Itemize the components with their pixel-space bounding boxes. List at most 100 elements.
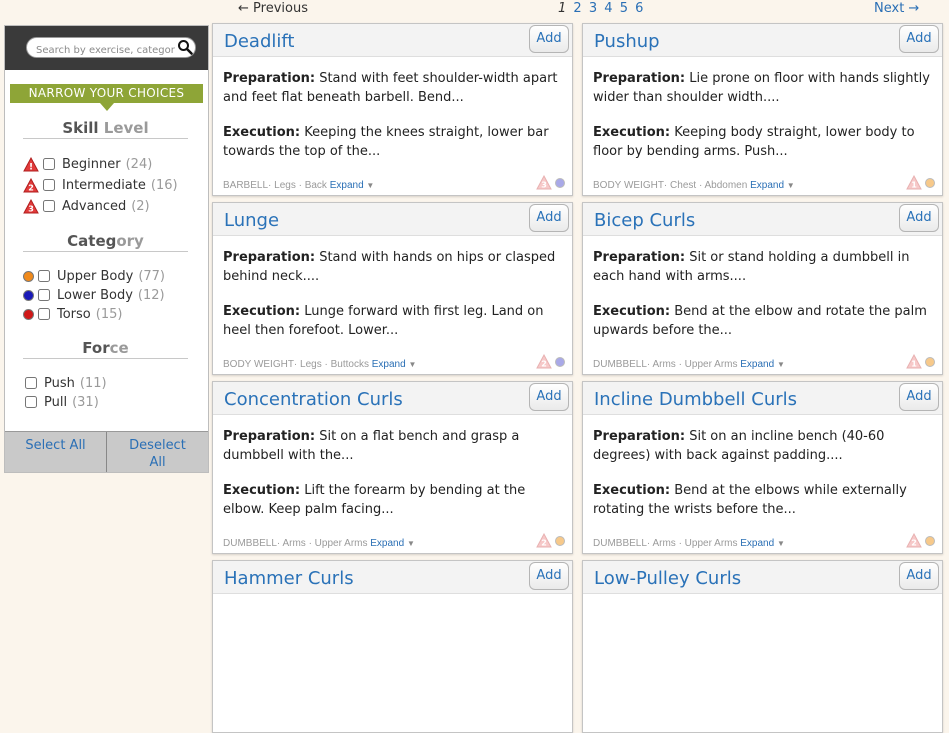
add-button[interactable]: Add — [529, 383, 569, 411]
expand-link[interactable]: Expand — [372, 359, 406, 370]
exercise-card: Concentration Curls Add Preparation: Sit… — [212, 381, 573, 554]
add-button[interactable]: Add — [899, 562, 939, 590]
preparation-text: Preparation: Sit on an incline bench (40… — [593, 427, 932, 465]
svg-text:1: 1 — [911, 360, 917, 369]
card-icons: 1 — [906, 175, 935, 190]
chevron-down-icon[interactable]: ▼ — [408, 360, 416, 369]
add-button[interactable]: Add — [899, 204, 939, 232]
exercise-title[interactable]: Hammer Curls — [224, 568, 354, 589]
exercise-title[interactable]: Lunge — [224, 210, 279, 231]
warning-level-3-icon: 3 — [23, 198, 39, 213]
add-button[interactable]: Add — [899, 383, 939, 411]
chevron-down-icon[interactable]: ▼ — [366, 181, 374, 190]
card-body: Preparation: Stand with feet shoulder-wi… — [213, 57, 572, 161]
exercise-title[interactable]: Low-Pulley Curls — [594, 568, 741, 589]
add-button[interactable]: Add — [529, 562, 569, 590]
execution-text: Execution: Lunge forward with first leg.… — [223, 302, 562, 340]
page-link-3[interactable]: 3 — [589, 1, 598, 16]
card-header: Concentration Curls Add — [213, 382, 572, 415]
torso-color-dot — [23, 308, 34, 320]
exercise-title[interactable]: Incline Dumbbell Curls — [594, 389, 797, 410]
force-push-row[interactable]: Push (11) — [21, 373, 107, 393]
warning-level-icon: 2 — [536, 533, 552, 548]
upper-body-color-dot — [23, 270, 34, 282]
previous-page-link[interactable]: ← Previous — [238, 1, 308, 16]
preparation-text: Preparation: Sit or stand holding a dumb… — [593, 248, 932, 286]
chevron-down-icon[interactable]: ▼ — [787, 181, 795, 190]
pull-count: (31) — [72, 394, 99, 410]
chevron-down-icon[interactable]: ▼ — [407, 539, 415, 548]
add-button[interactable]: Add — [529, 25, 569, 53]
exercise-card: Pushup Add Preparation: Lie prone on flo… — [582, 23, 943, 196]
card-tags: BODY WEIGHT· Legs · Buttocks Expand ▼ — [223, 359, 416, 370]
preparation-label: Preparation: — [223, 71, 316, 86]
expand-link[interactable]: Expand — [750, 180, 784, 191]
execution-label: Execution: — [223, 304, 301, 319]
card-tags: BARBELL· Legs · Back Expand ▼ — [223, 180, 374, 191]
card-icons: 1 — [906, 354, 935, 369]
skill-intermediate-row[interactable]: 2 Intermediate (16) — [23, 175, 178, 195]
chevron-down-icon[interactable]: ▼ — [777, 360, 785, 369]
chevron-down-icon[interactable]: ▼ — [777, 539, 785, 548]
warning-level-icon: 3 — [536, 175, 552, 190]
preparation-label: Preparation: — [593, 250, 686, 265]
lower-body-color-dot — [23, 289, 34, 301]
expand-link[interactable]: Expand — [740, 538, 774, 549]
card-icons: 2 — [536, 354, 565, 369]
beginner-checkbox[interactable] — [43, 158, 55, 170]
svg-text:1: 1 — [911, 181, 917, 190]
category-torso-row[interactable]: Torso (15) — [23, 304, 122, 324]
exercise-title[interactable]: Bicep Curls — [594, 210, 695, 231]
expand-link[interactable]: Expand — [370, 538, 404, 549]
exercise-title[interactable]: Pushup — [594, 31, 660, 52]
card-icons: 3 — [536, 175, 565, 190]
preparation-text: Preparation: Stand with feet shoulder-wi… — [223, 69, 562, 107]
push-checkbox[interactable] — [25, 377, 37, 389]
page-link-4[interactable]: 4 — [604, 1, 613, 16]
pull-label: Pull — [44, 394, 68, 410]
intermediate-checkbox[interactable] — [43, 179, 55, 191]
beginner-count: (24) — [125, 156, 153, 172]
skill-advanced-row[interactable]: 3 Advanced (2) — [23, 196, 150, 216]
exercise-title[interactable]: Concentration Curls — [224, 389, 403, 410]
deselect-all-button[interactable]: Deselect All — [106, 432, 208, 472]
page-link-2[interactable]: 2 — [573, 1, 582, 16]
tags-text: DUMBBELL· Arms · Upper Arms — [223, 538, 368, 549]
warning-level-icon: 2 — [536, 354, 552, 369]
card-body: Preparation: Sit on an incline bench (40… — [583, 415, 942, 519]
search-input[interactable] — [27, 41, 175, 60]
exercise-card: Deadlift Add Preparation: Stand with fee… — [212, 23, 573, 196]
page-link-1[interactable]: 1 — [558, 1, 567, 16]
svg-text:2: 2 — [911, 539, 917, 548]
banner-label: NARROW YOUR CHOICES — [28, 86, 185, 100]
card-tags: DUMBBELL· Arms · Upper Arms Expand ▼ — [593, 538, 785, 549]
torso-checkbox[interactable] — [38, 308, 50, 320]
category-color-dot — [555, 177, 565, 188]
expand-link[interactable]: Expand — [740, 359, 774, 370]
svg-text:3: 3 — [28, 204, 34, 213]
warning-level-2-icon: 2 — [23, 177, 39, 192]
next-page-link[interactable]: Next → — [874, 1, 919, 16]
pull-checkbox[interactable] — [25, 396, 37, 408]
skill-level-heading: Skill Level — [23, 119, 188, 139]
add-button[interactable]: Add — [899, 25, 939, 53]
lower-body-checkbox[interactable] — [38, 289, 50, 301]
category-lower-body-row[interactable]: Lower Body (12) — [23, 285, 165, 305]
exercise-title[interactable]: Deadlift — [224, 31, 294, 52]
search-icon[interactable] — [177, 39, 193, 55]
upper-body-count: (77) — [138, 268, 165, 284]
upper-body-checkbox[interactable] — [38, 270, 50, 282]
svg-text:!: ! — [29, 162, 33, 172]
force-title-main: For — [82, 339, 110, 357]
page-link-5[interactable]: 5 — [620, 1, 629, 16]
execution-label: Execution: — [593, 483, 671, 498]
force-pull-row[interactable]: Pull (31) — [21, 392, 99, 412]
card-header: Lunge Add — [213, 203, 572, 236]
category-upper-body-row[interactable]: Upper Body (77) — [23, 266, 165, 286]
expand-link[interactable]: Expand — [330, 180, 364, 191]
skill-beginner-row[interactable]: ! Beginner (24) — [23, 154, 152, 174]
select-all-button[interactable]: Select All — [5, 432, 106, 472]
add-button[interactable]: Add — [529, 204, 569, 232]
advanced-checkbox[interactable] — [43, 200, 55, 212]
page-link-6[interactable]: 6 — [635, 1, 644, 16]
